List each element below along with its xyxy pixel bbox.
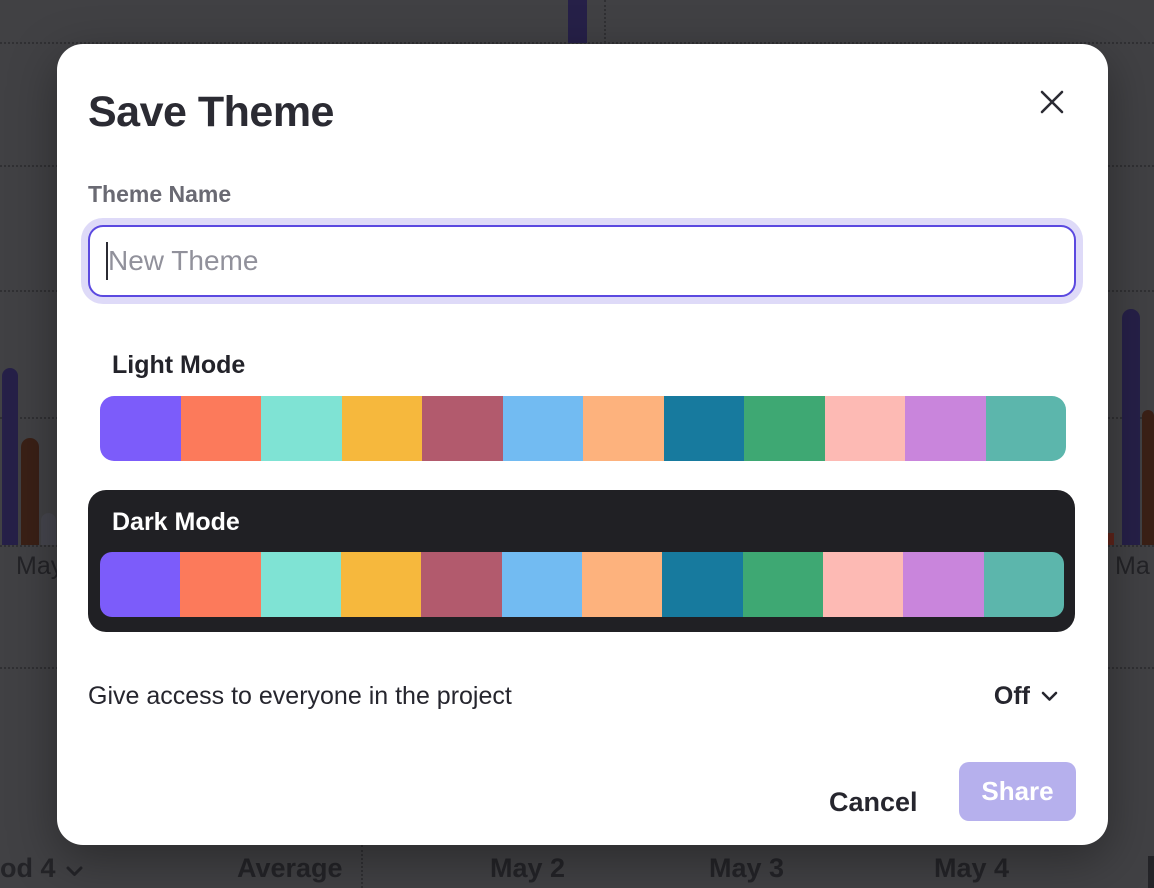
palette-swatch — [261, 396, 342, 461]
chart-bar-red — [1108, 533, 1114, 545]
chart-bar-navy — [568, 0, 587, 43]
palette-swatch — [823, 552, 903, 617]
palette-swatch — [583, 396, 664, 461]
palette-swatch — [180, 552, 260, 617]
palette-swatch — [181, 396, 262, 461]
chart-bar-clipped — [1148, 856, 1154, 888]
period-dropdown-label: od 4 — [0, 853, 56, 883]
palette-swatch — [341, 552, 421, 617]
bottom-label-may4: May 4 — [934, 853, 1009, 884]
palette-swatch — [502, 552, 582, 617]
bottom-label-may3: May 3 — [709, 853, 784, 884]
palette-swatch — [662, 552, 742, 617]
palette-swatch — [984, 552, 1064, 617]
x-axis-label-right: Ma — [1115, 552, 1150, 581]
close-icon — [1039, 89, 1065, 115]
chevron-down-icon — [66, 853, 83, 884]
gridline-vertical — [604, 0, 606, 43]
text-cursor — [106, 242, 108, 280]
dialog-title: Save Theme — [88, 88, 334, 137]
chart-bar-gray — [41, 513, 56, 545]
dark-mode-label: Dark Mode — [112, 508, 240, 537]
theme-name-label: Theme Name — [88, 181, 231, 208]
chevron-down-icon — [1041, 691, 1058, 702]
light-mode-label: Light Mode — [112, 351, 245, 380]
chart-bar-navy — [2, 368, 18, 545]
bottom-label-average: Average — [237, 853, 343, 884]
palette-swatch — [100, 396, 181, 461]
chart-bar-navy — [1122, 309, 1140, 545]
palette-swatch — [342, 396, 423, 461]
palette-swatch — [903, 552, 983, 617]
palette-swatch — [743, 552, 823, 617]
access-label: Give access to everyone in the project — [88, 682, 512, 711]
save-theme-dialog: Save Theme Theme Name Light Mode Dark Mo… — [57, 44, 1108, 845]
share-button[interactable]: Share — [959, 762, 1076, 821]
chart-bar-brown — [21, 438, 39, 545]
bottom-label-may2: May 2 — [490, 853, 565, 884]
palette-swatch — [744, 396, 825, 461]
theme-name-input[interactable] — [88, 225, 1076, 297]
access-dropdown-value: Off — [994, 682, 1030, 711]
palette-swatch — [503, 396, 584, 461]
access-row: Give access to everyone in the project O… — [88, 676, 1058, 716]
palette-swatch — [261, 552, 341, 617]
gridline-vertical — [361, 845, 363, 888]
light-mode-palette — [100, 396, 1066, 461]
access-dropdown[interactable]: Off — [994, 682, 1058, 711]
close-button[interactable] — [1032, 82, 1072, 122]
chart-bar-brown — [1142, 410, 1154, 545]
period-dropdown: od 4 — [0, 853, 83, 884]
palette-swatch — [422, 396, 503, 461]
palette-swatch — [421, 552, 501, 617]
palette-swatch — [825, 396, 906, 461]
dark-mode-palette — [100, 552, 1064, 617]
cancel-button[interactable]: Cancel — [821, 772, 926, 832]
palette-swatch — [905, 396, 986, 461]
palette-swatch — [582, 552, 662, 617]
palette-swatch — [664, 396, 745, 461]
palette-swatch — [100, 552, 180, 617]
palette-swatch — [986, 396, 1067, 461]
dark-mode-card: Dark Mode — [88, 490, 1075, 632]
